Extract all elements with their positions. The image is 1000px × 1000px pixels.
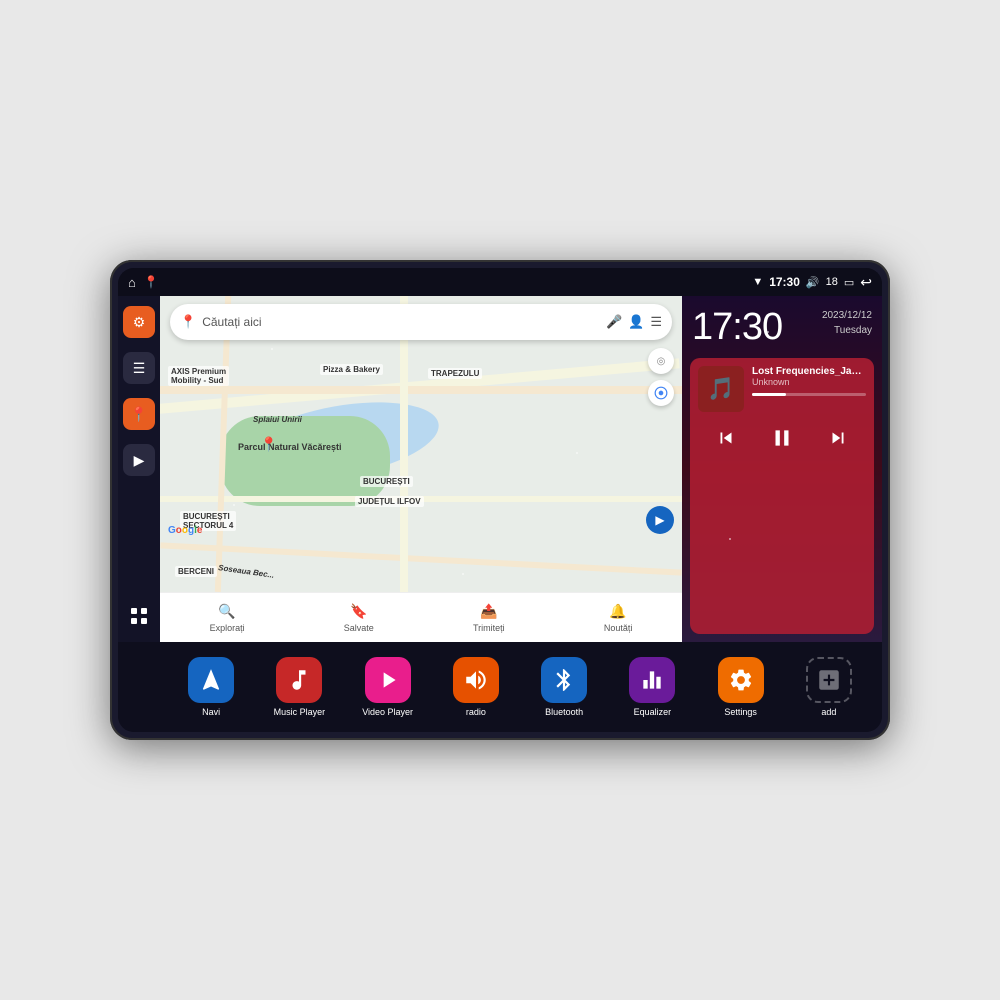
app-music-player[interactable]: Music Player xyxy=(256,651,342,723)
menu-icon[interactable]: ☰ xyxy=(650,314,662,330)
battery-icon: ▭ xyxy=(844,276,854,289)
app-dock: Navi Music Player Video Player xyxy=(118,642,882,732)
music-artist: Unknown xyxy=(752,377,866,387)
add-icon xyxy=(806,657,852,703)
video-player-label: Video Player xyxy=(362,707,413,717)
radio-icon xyxy=(453,657,499,703)
screen: ⌂ 📍 ▼ 17:30 🔊 18 ▭ ↩ ⚙ ☰ xyxy=(118,268,882,732)
home-icon[interactable]: ⌂ xyxy=(128,275,136,290)
date-text: 2023/12/12 xyxy=(822,310,872,321)
app-navi[interactable]: Navi xyxy=(168,651,254,723)
map-background: AXIS PremiumMobility - Sud Pizza & Baker… xyxy=(160,296,682,642)
app-radio[interactable]: radio xyxy=(433,651,519,723)
map-contribute-btn[interactable]: 📤 Trimiteți xyxy=(473,603,505,633)
equalizer-label: Equalizer xyxy=(634,707,672,717)
sidebar-settings-btn[interactable]: ⚙ xyxy=(123,306,155,338)
map-label-pizza: Pizza & Bakery xyxy=(320,364,383,375)
search-text: Căutați aici xyxy=(202,315,600,329)
equalizer-icon xyxy=(629,657,675,703)
music-info: Lost Frequencies_Janie... Unknown xyxy=(752,366,866,412)
account-icon[interactable]: 👤 xyxy=(628,314,644,330)
album-art: 🎵 xyxy=(698,366,744,412)
app-video-player[interactable]: Video Player xyxy=(345,651,431,723)
music-player-icon xyxy=(276,657,322,703)
maps-search-pin: 📍 xyxy=(180,314,196,330)
app-bluetooth[interactable]: Bluetooth xyxy=(521,651,607,723)
clock-date: 2023/12/12 Tuesday xyxy=(822,308,872,338)
map-label-sos: Soseaua Bec... xyxy=(215,562,278,582)
map-locate-btn[interactable] xyxy=(648,380,674,406)
map-search-bar[interactable]: 📍 Căutați aici 🎤 👤 ☰ xyxy=(170,304,672,340)
news-label: Noutăți xyxy=(604,623,633,633)
folder-icon: ☰ xyxy=(133,360,146,377)
back-icon[interactable]: ↩ xyxy=(860,274,872,291)
music-controls xyxy=(698,420,866,456)
app-add[interactable]: add xyxy=(786,651,872,723)
add-label: add xyxy=(821,707,836,717)
contribute-label: Trimiteți xyxy=(473,623,505,633)
music-widget: 🎵 Lost Frequencies_Janie... Unknown xyxy=(690,358,874,634)
status-time: 17:30 xyxy=(769,275,800,289)
sidebar-nav-btn[interactable]: ▶ xyxy=(123,444,155,476)
navi-icon xyxy=(188,657,234,703)
music-info-area: 🎵 Lost Frequencies_Janie... Unknown xyxy=(698,366,866,412)
saved-label: Salvate xyxy=(344,623,374,633)
right-panel: 17:30 2023/12/12 Tuesday 🎵 Lost Frequenc… xyxy=(682,296,882,642)
map-label-splai: Splaiui Unirii xyxy=(250,414,305,425)
car-head-unit: ⌂ 📍 ▼ 17:30 🔊 18 ▭ ↩ ⚙ ☰ xyxy=(110,260,890,740)
map-label-park: Parcul Natural Văcărești xyxy=(235,441,345,453)
sidebar: ⚙ ☰ 📍 ▶ xyxy=(118,296,160,642)
music-progress-fill xyxy=(752,393,786,396)
bluetooth-icon xyxy=(541,657,587,703)
nav-btn[interactable]: ▶ xyxy=(646,506,674,534)
music-progress-bar[interactable] xyxy=(752,393,866,396)
location-icon: 📍 xyxy=(130,406,147,423)
map-explore-btn[interactable]: 🔍 Explorați xyxy=(210,603,245,633)
navi-label: Navi xyxy=(202,707,220,717)
sidebar-grid-btn[interactable] xyxy=(123,600,155,632)
settings-label: Settings xyxy=(724,707,757,717)
settings-icon xyxy=(718,657,764,703)
clock-widget: 17:30 2023/12/12 Tuesday xyxy=(690,304,874,350)
signal-icon: ▼ xyxy=(752,276,763,288)
sidebar-location-btn[interactable]: 📍 xyxy=(123,398,155,430)
arrow-icon: ▶ xyxy=(134,452,145,469)
map-label-berceni: BERCENI xyxy=(175,566,217,577)
map-footer: 🔍 Explorați 🔖 Salvate 📤 Trimiteți � xyxy=(160,592,682,642)
map-area[interactable]: AXIS PremiumMobility - Sud Pizza & Baker… xyxy=(160,296,682,642)
map-saved-btn[interactable]: 🔖 Salvate xyxy=(344,603,374,633)
app-settings[interactable]: Settings xyxy=(698,651,784,723)
explore-label: Explorați xyxy=(210,623,245,633)
map-label-axis: AXIS PremiumMobility - Sud xyxy=(168,366,229,386)
maps-icon[interactable]: 📍 xyxy=(144,275,159,289)
play-pause-button[interactable] xyxy=(764,420,800,456)
battery-level: 18 xyxy=(826,276,838,288)
map-label-buc: BUCUREȘTI xyxy=(360,476,413,487)
map-compass[interactable]: ◎ xyxy=(648,348,674,374)
map-location-pin: 📍 xyxy=(260,436,277,453)
google-logo: Google xyxy=(168,525,202,536)
app-equalizer[interactable]: Equalizer xyxy=(609,651,695,723)
gear-icon: ⚙ xyxy=(133,314,146,331)
prev-button[interactable] xyxy=(708,420,744,456)
day-text: Tuesday xyxy=(834,325,872,336)
map-label-ilfov: JUDEȚUL ILFOV xyxy=(355,496,424,507)
bluetooth-label: Bluetooth xyxy=(545,707,583,717)
next-button[interactable] xyxy=(820,420,856,456)
volume-icon: 🔊 xyxy=(806,276,820,289)
grid-icon xyxy=(129,606,149,626)
music-title: Lost Frequencies_Janie... xyxy=(752,366,866,377)
music-player-label: Music Player xyxy=(274,707,326,717)
clock-time: 17:30 xyxy=(692,308,782,346)
map-label-trap: TRAPEZULU xyxy=(428,368,482,379)
sidebar-folder-btn[interactable]: ☰ xyxy=(123,352,155,384)
mic-icon[interactable]: 🎤 xyxy=(606,314,622,330)
map-news-btn[interactable]: 🔔 Noutăți xyxy=(604,603,633,633)
video-player-icon xyxy=(365,657,411,703)
radio-label: radio xyxy=(466,707,486,717)
status-bar: ⌂ 📍 ▼ 17:30 🔊 18 ▭ ↩ xyxy=(118,268,882,296)
main-content: ⚙ ☰ 📍 ▶ xyxy=(118,296,882,642)
